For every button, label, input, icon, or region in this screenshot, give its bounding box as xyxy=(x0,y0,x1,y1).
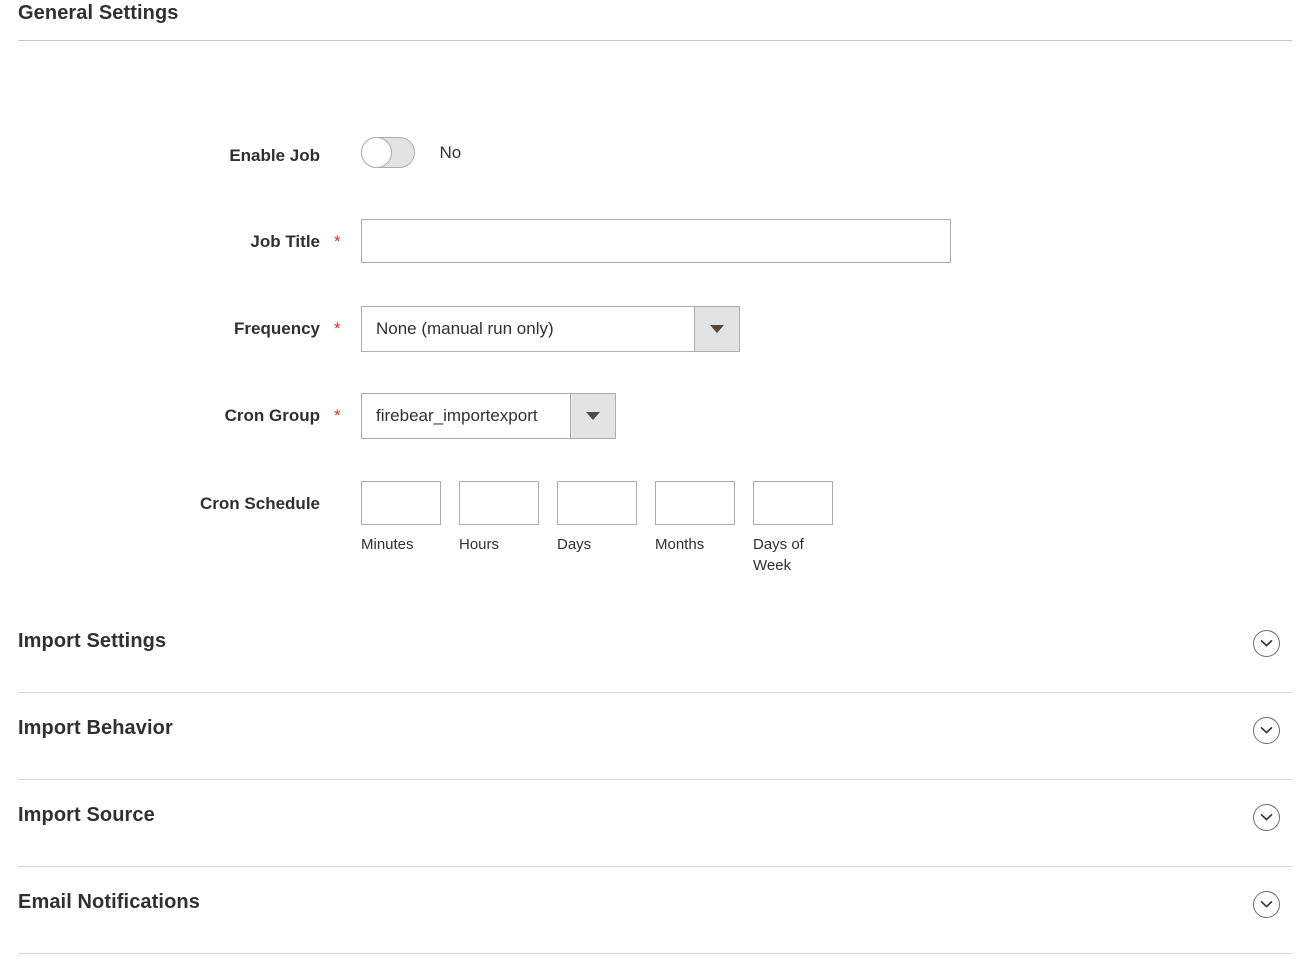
section-title: Import Behavior xyxy=(18,717,173,739)
job-title-control xyxy=(361,219,951,263)
cron-field-minutes: Minutes xyxy=(361,481,441,576)
cron-hours-input[interactable] xyxy=(459,481,539,525)
enable-job-value: No xyxy=(439,143,462,162)
cron-field-months: Months xyxy=(655,481,735,576)
chevron-down-icon xyxy=(586,412,600,420)
cron-days-of-week-input[interactable] xyxy=(753,481,833,525)
section-title: Email Notifications xyxy=(18,891,200,913)
chevron-down-icon[interactable] xyxy=(1253,630,1280,657)
section-header-import-source[interactable]: Import Source xyxy=(0,780,1310,867)
job-title-input[interactable] xyxy=(361,219,951,263)
section-title: Import Settings xyxy=(18,630,167,652)
cron-group-selected-value: firebear_importexport xyxy=(361,393,570,439)
section-divider xyxy=(18,40,1292,41)
toggle-knob xyxy=(361,137,392,168)
section-header-email-notifications[interactable]: Email Notifications xyxy=(0,867,1310,954)
chevron-down-icon xyxy=(710,325,724,333)
cron-field-hours: Hours xyxy=(459,481,539,576)
cron-months-caption: Months xyxy=(655,536,705,553)
cron-field-days: Days xyxy=(557,481,637,576)
cron-hours-caption: Hours xyxy=(459,536,500,553)
chevron-down-icon[interactable] xyxy=(1253,717,1280,744)
cron-schedule-control: Minutes Hours Days Months Days of Week xyxy=(361,481,833,576)
frequency-control: None (manual run only) xyxy=(361,306,740,352)
cron-group-select[interactable]: firebear_importexport xyxy=(361,393,616,439)
cron-days-caption: Days xyxy=(557,536,592,553)
enable-job-toggle[interactable] xyxy=(361,137,415,168)
page-title: General Settings xyxy=(18,2,179,24)
cron-days-of-week-caption: Days of Week xyxy=(753,536,804,574)
frequency-required-marker: * xyxy=(334,319,341,338)
cron-group-required-marker: * xyxy=(334,406,341,425)
frequency-dropdown-button[interactable] xyxy=(694,306,740,352)
section-header-import-settings[interactable]: Import Settings xyxy=(0,606,1310,693)
cron-group-control: firebear_importexport xyxy=(361,393,616,439)
chevron-down-icon[interactable] xyxy=(1253,804,1280,831)
chevron-down-icon[interactable] xyxy=(1253,891,1280,918)
enable-job-label: Enable Job xyxy=(229,146,320,165)
cron-months-input[interactable] xyxy=(655,481,735,525)
cron-schedule-label: Cron Schedule xyxy=(200,494,320,513)
frequency-label: Frequency xyxy=(234,319,320,338)
cron-minutes-caption: Minutes xyxy=(361,536,414,553)
enable-job-control: No xyxy=(361,137,461,168)
frequency-select[interactable]: None (manual run only) xyxy=(361,306,740,352)
cron-field-days-of-week: Days of Week xyxy=(753,481,833,576)
cron-days-input[interactable] xyxy=(557,481,637,525)
job-title-label: Job Title xyxy=(250,232,320,251)
cron-minutes-input[interactable] xyxy=(361,481,441,525)
frequency-selected-value: None (manual run only) xyxy=(361,306,694,352)
job-title-required-marker: * xyxy=(334,232,341,251)
cron-group-label: Cron Group xyxy=(224,406,320,425)
section-divider xyxy=(18,953,1292,954)
section-title: Import Source xyxy=(18,804,155,826)
section-header-import-behavior[interactable]: Import Behavior xyxy=(0,693,1310,780)
cron-group-dropdown-button[interactable] xyxy=(570,393,616,439)
